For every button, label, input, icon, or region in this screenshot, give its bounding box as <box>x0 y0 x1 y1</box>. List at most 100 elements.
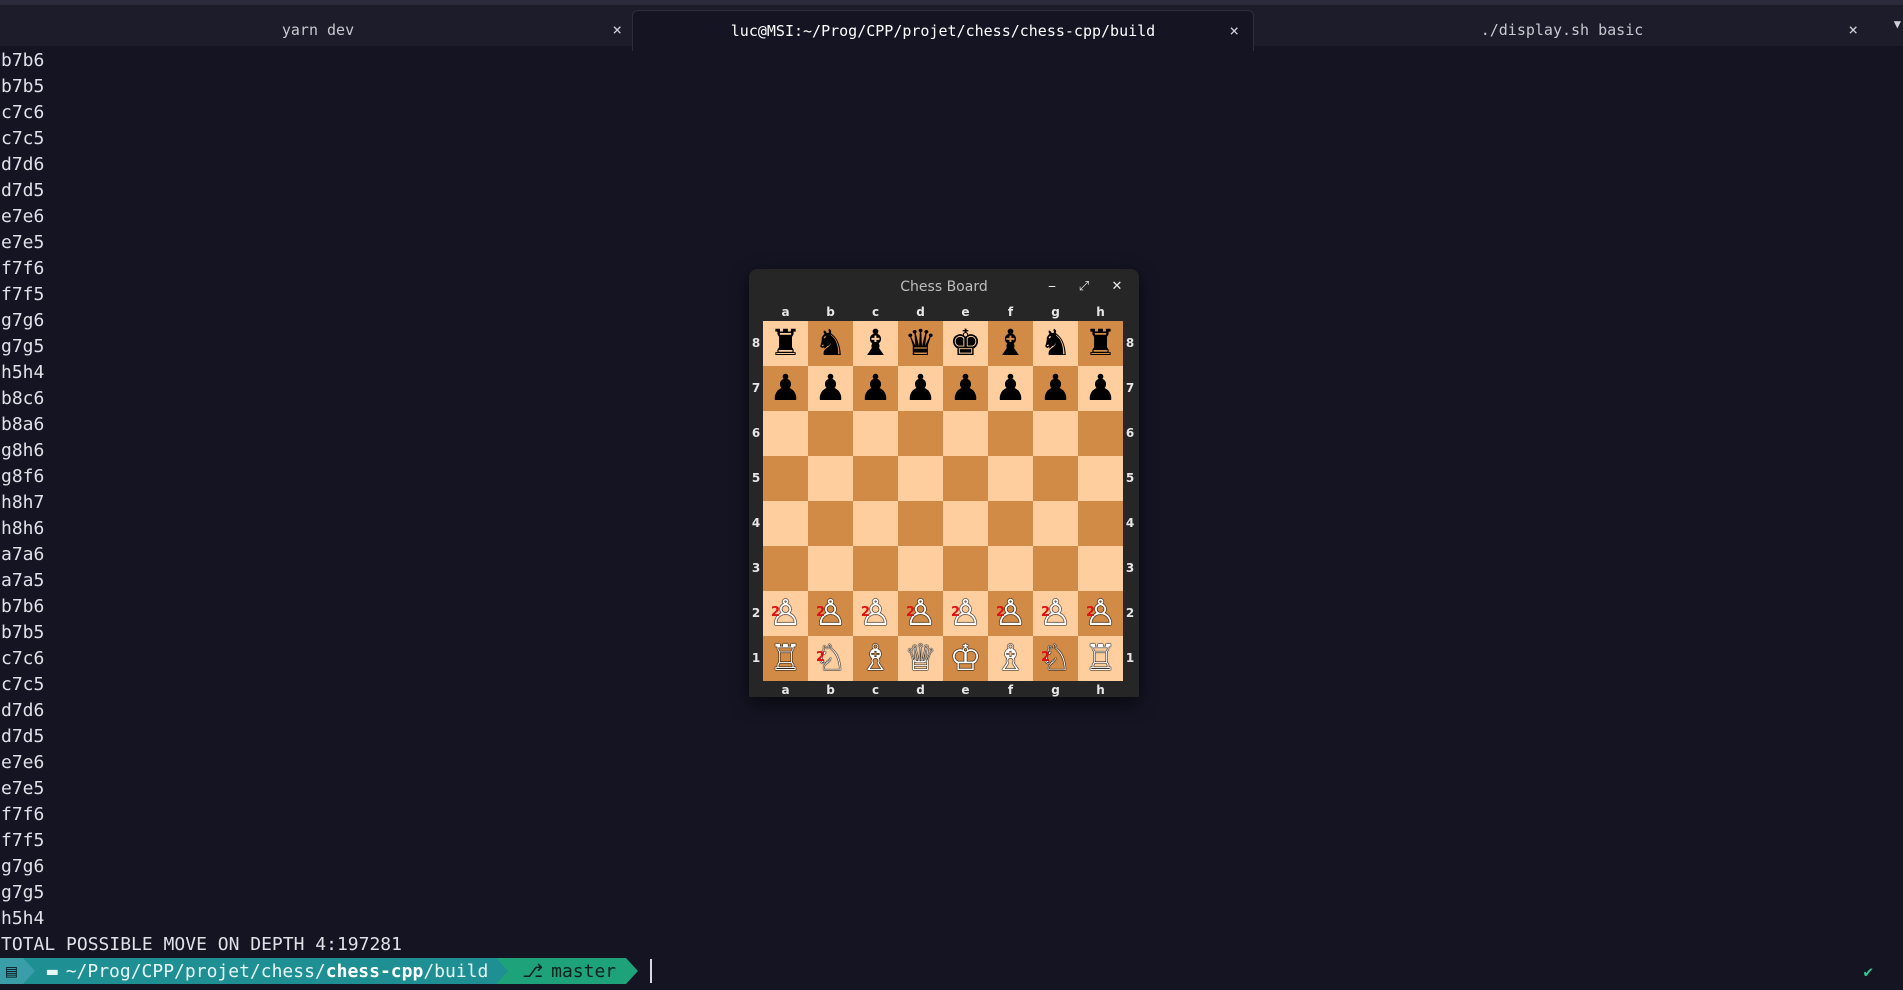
close-icon[interactable]: × <box>612 20 622 39</box>
chess-piece-icon[interactable]: ♖ <box>1084 636 1116 681</box>
chess-piece-icon[interactable]: ♟ <box>949 366 981 411</box>
square-g3[interactable] <box>1033 546 1078 591</box>
square-c8[interactable]: ♝ <box>853 321 898 366</box>
chess-piece-icon[interactable]: ♜ <box>769 321 801 366</box>
square-e6[interactable] <box>943 411 988 456</box>
tab-yarn-dev[interactable]: yarn dev × <box>0 10 636 50</box>
close-icon[interactable]: × <box>1848 20 1858 39</box>
chess-piece-icon[interactable]: ♟ <box>1039 366 1071 411</box>
square-c4[interactable] <box>853 501 898 546</box>
square-c7[interactable]: ♟ <box>853 366 898 411</box>
square-a8[interactable]: ♜ <box>763 321 808 366</box>
square-b8[interactable]: ♞ <box>808 321 853 366</box>
tab-build-terminal[interactable]: luc@MSI:~/Prog/CPP/projet/chess/chess-cp… <box>632 10 1254 51</box>
square-d2[interactable]: ♙ 2 <box>898 591 943 636</box>
square-f4[interactable] <box>988 501 1033 546</box>
square-b1[interactable]: ♘ 2 <box>808 636 853 681</box>
square-d3[interactable] <box>898 546 943 591</box>
square-c5[interactable] <box>853 456 898 501</box>
chess-piece-icon[interactable]: ♞ <box>814 321 846 366</box>
square-a1[interactable]: ♖ <box>763 636 808 681</box>
chess-board[interactable]: ♜ ♞ ♝ ♛ ♚ ♝ ♞ ♜ ♟ ♟ ♟ ♟ ♟ ♟ ♟ ♟ ♙ 2 ♙ 2 ♙ 2 ♙ 2 ♙ 2 ♙ 2 ♙ 2 ♙ 2 ♖ ♘ 2 ♗ ♕ ♔ ♗ ♘… <box>763 321 1123 681</box>
square-g4[interactable] <box>1033 501 1078 546</box>
square-g6[interactable] <box>1033 411 1078 456</box>
square-b2[interactable]: ♙ 2 <box>808 591 853 636</box>
square-e1[interactable]: ♔ <box>943 636 988 681</box>
square-b3[interactable] <box>808 546 853 591</box>
square-g1[interactable]: ♘ 2 <box>1033 636 1078 681</box>
square-e8[interactable]: ♚ <box>943 321 988 366</box>
square-b7[interactable]: ♟ <box>808 366 853 411</box>
minimize-icon[interactable]: ⎯ <box>1043 277 1061 295</box>
square-g8[interactable]: ♞ <box>1033 321 1078 366</box>
square-a2[interactable]: ♙ 2 <box>763 591 808 636</box>
square-f5[interactable] <box>988 456 1033 501</box>
square-h3[interactable] <box>1078 546 1123 591</box>
chevron-down-icon[interactable]: ▼ <box>1894 17 1901 31</box>
chess-piece-icon[interactable]: ♟ <box>814 366 846 411</box>
chess-piece-icon[interactable]: ♝ <box>994 321 1026 366</box>
square-a6[interactable] <box>763 411 808 456</box>
square-e3[interactable] <box>943 546 988 591</box>
square-d5[interactable] <box>898 456 943 501</box>
chess-piece-icon[interactable]: ♗ <box>859 636 891 681</box>
chess-piece-icon[interactable]: ♗ <box>994 636 1026 681</box>
square-h2[interactable]: ♙ 2 <box>1078 591 1123 636</box>
tab-label: ./display.sh basic <box>1480 21 1644 39</box>
text-cursor[interactable] <box>650 959 653 983</box>
square-a7[interactable]: ♟ <box>763 366 808 411</box>
square-f6[interactable] <box>988 411 1033 456</box>
square-c3[interactable] <box>853 546 898 591</box>
square-e4[interactable] <box>943 501 988 546</box>
square-f3[interactable] <box>988 546 1033 591</box>
square-b4[interactable] <box>808 501 853 546</box>
chess-piece-icon[interactable]: ♕ <box>904 636 936 681</box>
square-c1[interactable]: ♗ <box>853 636 898 681</box>
square-d7[interactable]: ♟ <box>898 366 943 411</box>
square-h8[interactable]: ♜ <box>1078 321 1123 366</box>
chess-piece-icon[interactable]: ♟ <box>1084 366 1116 411</box>
chess-piece-icon[interactable]: ♟ <box>994 366 1026 411</box>
chess-piece-icon[interactable]: ♞ <box>1039 321 1071 366</box>
square-e7[interactable]: ♟ <box>943 366 988 411</box>
square-f7[interactable]: ♟ <box>988 366 1033 411</box>
square-f1[interactable]: ♗ <box>988 636 1033 681</box>
square-d4[interactable] <box>898 501 943 546</box>
square-a5[interactable] <box>763 456 808 501</box>
square-b6[interactable] <box>808 411 853 456</box>
close-icon[interactable]: × <box>1229 21 1239 40</box>
square-e5[interactable] <box>943 456 988 501</box>
square-e2[interactable]: ♙ 2 <box>943 591 988 636</box>
chess-piece-icon[interactable]: ♚ <box>949 321 981 366</box>
maximize-icon[interactable]: ⤢ <box>1075 277 1093 295</box>
square-g7[interactable]: ♟ <box>1033 366 1078 411</box>
square-f2[interactable]: ♙ 2 <box>988 591 1033 636</box>
chess-piece-icon[interactable]: ♟ <box>859 366 891 411</box>
close-icon[interactable]: ✕ <box>1108 277 1126 295</box>
square-h7[interactable]: ♟ <box>1078 366 1123 411</box>
square-h1[interactable]: ♖ <box>1078 636 1123 681</box>
square-b5[interactable] <box>808 456 853 501</box>
tab-display-sh[interactable]: ./display.sh basic × <box>1252 10 1872 50</box>
square-g2[interactable]: ♙ 2 <box>1033 591 1078 636</box>
square-d1[interactable]: ♕ <box>898 636 943 681</box>
square-g5[interactable] <box>1033 456 1078 501</box>
chess-piece-icon[interactable]: ♖ <box>769 636 801 681</box>
square-d8[interactable]: ♛ <box>898 321 943 366</box>
square-a3[interactable] <box>763 546 808 591</box>
chess-piece-icon[interactable]: ♟ <box>769 366 801 411</box>
chess-piece-icon[interactable]: ♟ <box>904 366 936 411</box>
chess-piece-icon[interactable]: ♜ <box>1084 321 1116 366</box>
chess-piece-icon[interactable]: ♔ <box>949 636 981 681</box>
chess-piece-icon[interactable]: ♝ <box>859 321 891 366</box>
chess-piece-icon[interactable]: ♛ <box>904 321 936 366</box>
square-f8[interactable]: ♝ <box>988 321 1033 366</box>
rank-label-6: 6 <box>751 426 761 440</box>
square-h4[interactable] <box>1078 501 1123 546</box>
square-c2[interactable]: ♙ 2 <box>853 591 898 636</box>
square-h5[interactable] <box>1078 456 1123 501</box>
square-a4[interactable] <box>763 501 808 546</box>
square-h6[interactable] <box>1078 411 1123 456</box>
square-d6[interactable] <box>898 411 943 456</box>
square-c6[interactable] <box>853 411 898 456</box>
